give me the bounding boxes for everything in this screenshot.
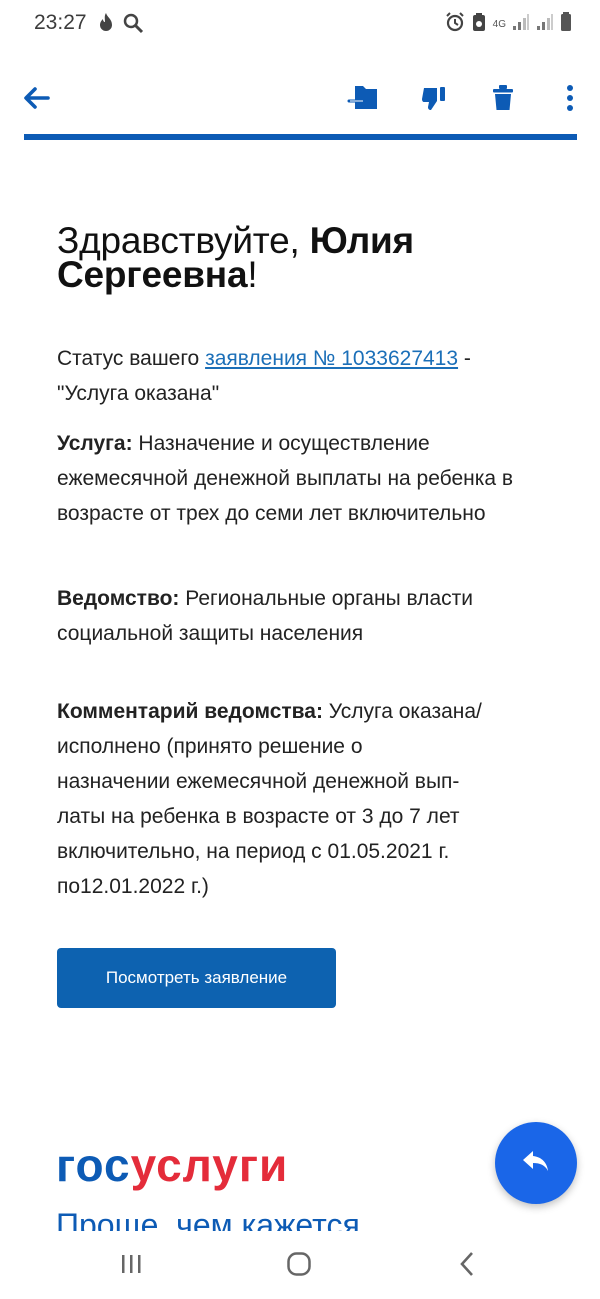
logo-part-uslugi: услуги (130, 1139, 289, 1191)
recent-apps-icon (119, 1252, 143, 1281)
status-prefix: Статус вашего (57, 347, 206, 370)
comment-line: Услуга оказана/ (322, 700, 482, 723)
reply-button[interactable] (495, 1122, 577, 1204)
reply-icon (521, 1149, 551, 1178)
signal-icon (512, 13, 530, 36)
network-type: 4G (492, 18, 506, 30)
recent-apps-button[interactable] (111, 1250, 151, 1282)
department-comment: Комментарий ведомства: Услуга оказана/ и… (57, 694, 482, 904)
greeting-suffix: ! (247, 254, 258, 295)
battery-saver-icon (471, 12, 487, 37)
department-info: Ведомство: Региональные органы власти со… (57, 581, 552, 651)
application-status: Статус вашего заявления № 1033627413 - "… (57, 341, 471, 411)
greeting-name-patronymic: Сергеевна (57, 254, 248, 295)
nav-back-button[interactable] (447, 1250, 487, 1282)
battery-icon (560, 12, 572, 37)
greeting-name-first: Юлия (309, 220, 414, 261)
service-info: Услуга: Назначение и осуществление ежеме… (57, 426, 552, 531)
comment-line: латы на ребенка в возрасте от 3 до 7 лет (57, 805, 460, 828)
spam-button[interactable] (413, 80, 453, 120)
thumbs-down-icon (419, 84, 447, 117)
arrow-left-icon (22, 86, 50, 115)
status-value: "Услуга оказана" (57, 382, 220, 405)
move-to-folder-icon (347, 84, 379, 117)
comment-line: включительно, на период с 01.05.2021 г. (57, 840, 450, 863)
comment-label: Комментарий ведомства: (57, 700, 323, 723)
service-label: Услуга: (57, 432, 133, 455)
application-link[interactable]: заявления № 1033627413 (205, 347, 458, 370)
back-button[interactable] (16, 80, 56, 120)
comment-line: исполнено (принято решение о (57, 735, 363, 758)
status-bar: 23:27 4G (0, 0, 600, 48)
comment-line: назначении ежемесячной денежной вып- (57, 770, 460, 793)
delete-button[interactable] (483, 80, 523, 120)
header-divider (24, 134, 577, 140)
greeting-heading: Здравствуйте, Юлия Сергеевна! (57, 222, 552, 295)
flame-icon (96, 12, 116, 39)
more-options-button[interactable] (550, 80, 590, 120)
alarm-icon (445, 12, 465, 37)
home-button[interactable] (279, 1250, 319, 1282)
trash-icon (491, 84, 515, 117)
back-icon (458, 1251, 476, 1282)
system-nav-bar (0, 1232, 600, 1299)
brand-slogan: Проще, чем кажется (56, 1207, 360, 1231)
email-body: Здравствуйте, Юлия Сергеевна! Статус ваш… (57, 222, 552, 898)
comment-line: по12.01.2022 г.) (57, 875, 209, 898)
logo-part-gos: гос (56, 1139, 131, 1191)
move-button[interactable] (343, 80, 383, 120)
home-icon (286, 1251, 312, 1282)
department-label: Ведомство: (57, 587, 180, 610)
more-vert-icon (565, 84, 575, 117)
status-time: 23:27 (34, 11, 87, 34)
mail-toolbar (0, 64, 600, 136)
status-dash: - (458, 347, 471, 370)
view-application-button[interactable]: Посмотреть заявление (57, 948, 336, 1008)
gosuslugi-logo: госуслуги (56, 1137, 288, 1193)
search-icon (122, 12, 144, 39)
signal-icon (536, 13, 554, 36)
